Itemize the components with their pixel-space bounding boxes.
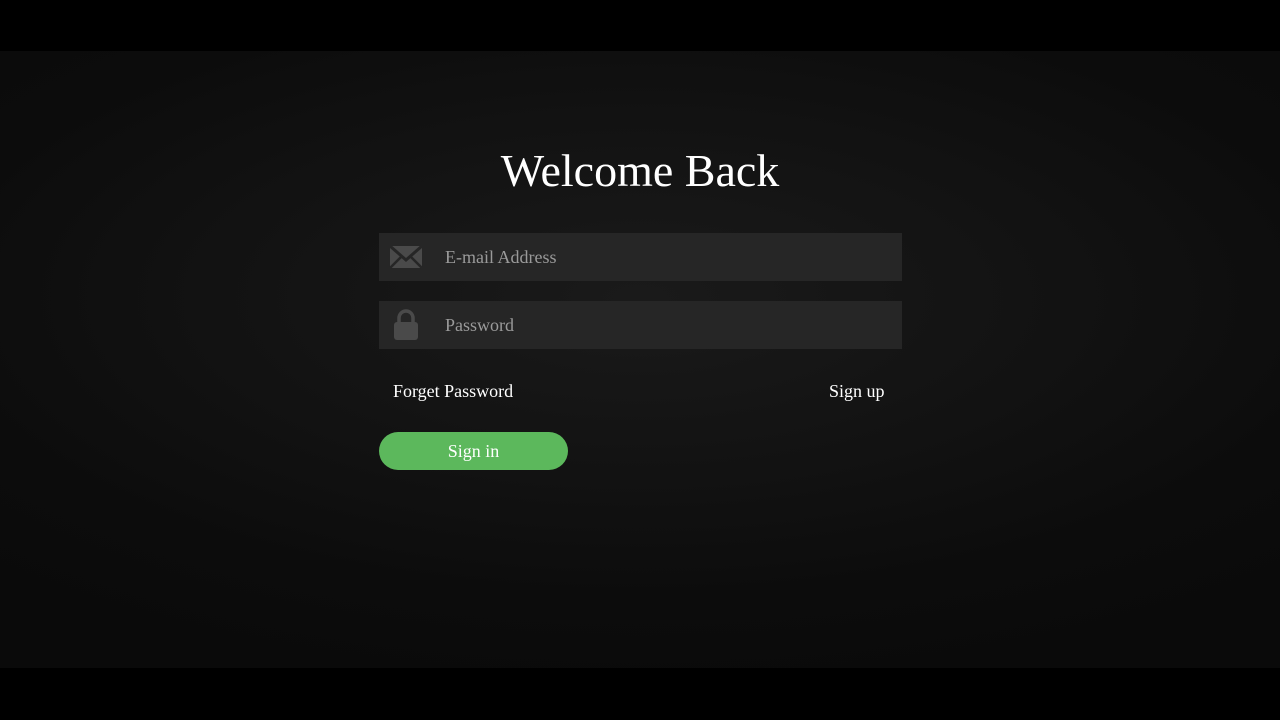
letterbox-top bbox=[0, 0, 1280, 51]
sign-up-link[interactable]: Sign up bbox=[829, 379, 885, 403]
login-screen: Welcome Back Forget Password Sign up Sig… bbox=[0, 51, 1280, 668]
sign-in-button[interactable]: Sign in bbox=[379, 432, 568, 470]
page-title: Welcome Back bbox=[500, 145, 780, 196]
letterbox-bottom bbox=[0, 668, 1280, 720]
forgot-password-link[interactable]: Forget Password bbox=[393, 379, 513, 403]
envelope-icon bbox=[389, 241, 423, 273]
password-input[interactable] bbox=[437, 301, 887, 349]
lock-icon bbox=[389, 309, 423, 341]
email-input[interactable] bbox=[437, 233, 887, 281]
email-field-container bbox=[379, 233, 902, 281]
password-field-container bbox=[379, 301, 902, 349]
